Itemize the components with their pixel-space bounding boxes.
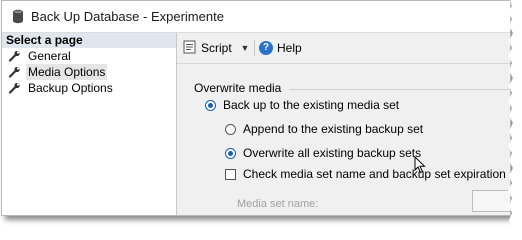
wrench-icon — [8, 82, 21, 98]
radio-label: Back up to the existing media set — [223, 98, 400, 112]
radio-label: Append to the existing backup set — [243, 122, 424, 136]
script-icon — [183, 40, 197, 57]
select-page-header: Select a page — [2, 33, 176, 48]
script-button[interactable]: Script — [183, 40, 232, 56]
page-item-backup-options[interactable]: Backup Options — [2, 80, 176, 96]
toolbar-divider — [254, 40, 255, 56]
chevron-down-icon: ▼ — [240, 43, 250, 53]
help-label: Help — [277, 41, 302, 55]
section-divider — [289, 89, 510, 90]
help-button[interactable]: ? Help — [259, 40, 302, 56]
database-icon — [12, 9, 24, 29]
radio-indicator[interactable] — [205, 99, 216, 111]
append-backup-set-radio[interactable]: Append to the existing backup set — [225, 122, 423, 136]
checkbox-indicator[interactable] — [225, 168, 236, 180]
overwrite-backup-sets-radio[interactable]: Overwrite all existing backup sets — [225, 146, 421, 160]
backup-database-dialog: Back Up Database - Experimente Select a … — [1, 0, 511, 216]
script-label: Script — [201, 41, 232, 55]
overwrite-media-heading: Overwrite media — [194, 81, 282, 95]
radio-indicator[interactable] — [225, 123, 236, 135]
page-item-label: Media Options — [26, 64, 108, 80]
radio-indicator[interactable] — [225, 147, 236, 159]
backup-existing-media-radio[interactable]: Back up to the existing media set — [205, 98, 399, 112]
toolbar: Script ▼ ? Help — [177, 33, 510, 64]
page-item-label: General — [28, 49, 71, 63]
page-item-label: Backup Options — [28, 81, 113, 95]
checkbox-label: Check media set name and backup set expi… — [243, 167, 506, 181]
window-title: Back Up Database - Experimente — [31, 9, 224, 24]
title-bar: Back Up Database - Experimente — [2, 1, 510, 33]
page-item-general[interactable]: General — [2, 48, 176, 64]
radio-label: Overwrite all existing backup sets — [243, 146, 422, 160]
media-set-name-label: Media set name: — [237, 198, 319, 210]
check-media-set-checkbox[interactable]: Check media set name and backup set expi… — [225, 167, 506, 181]
help-icon: ? — [259, 41, 273, 55]
mouse-cursor-icon — [414, 155, 426, 179]
torn-edge — [508, 0, 522, 228]
page-item-media-options[interactable]: Media Options — [2, 64, 176, 80]
page-selector-pane: Select a page General Media Options Back… — [2, 33, 177, 215]
script-dropdown-button[interactable]: ▼ — [240, 40, 250, 56]
media-options-panel: Overwrite media Back up to the existing … — [177, 64, 510, 215]
